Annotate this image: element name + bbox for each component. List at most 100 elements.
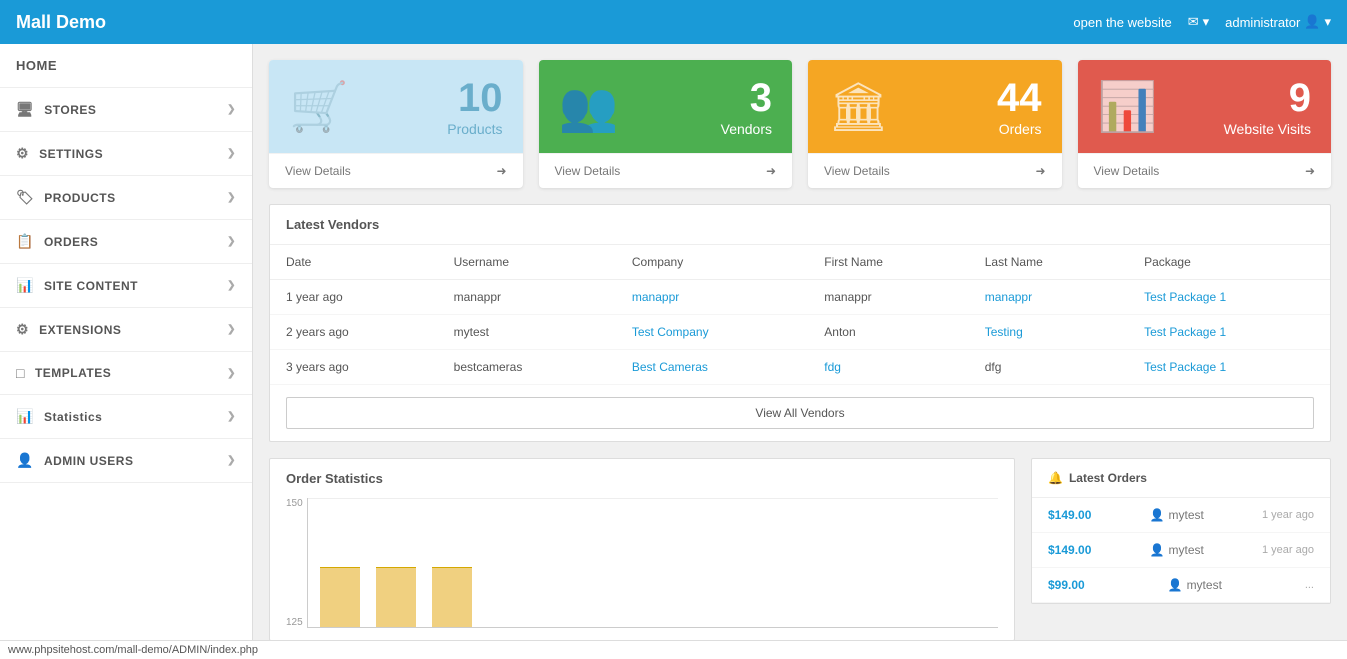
card-number-orders: 44 [997, 76, 1042, 121]
sidebar-label-settings: SETTINGS [39, 147, 103, 161]
sidebar-item-templates[interactable]: □ TEMPLATES ❯ [0, 352, 252, 395]
chart-area-wrapper: 150 125 [286, 498, 998, 628]
sidebar-icon-extensions: ⚙ [16, 321, 29, 338]
view-all-vendors-button[interactable]: View All Vendors [286, 397, 1314, 429]
mail-symbol: ✉ [1188, 14, 1199, 30]
table-cell[interactable]: Test Package 1 [1128, 350, 1330, 385]
card-top-orders: 🏛 44 Orders [808, 60, 1062, 153]
mail-icon[interactable]: ✉ ▾ [1188, 14, 1209, 30]
stat-cards: 🛒 10 Products View Details ➜ 👥 3 Vendors… [269, 60, 1331, 188]
status-url: www.phpsitehost.com/mall-demo/ADMIN/inde… [8, 644, 258, 656]
bell-icon: 🔔 [1048, 471, 1063, 485]
sidebar-icon-settings: ⚙ [16, 145, 29, 162]
sidebar-item-left: 🏷 PRODUCTS [16, 189, 116, 206]
card-top-products: 🛒 10 Products [269, 60, 523, 153]
card-footer-orders[interactable]: View Details ➜ [808, 153, 1062, 188]
card-footer-vendors[interactable]: View Details ➜ [539, 153, 793, 188]
stat-card-orders: 🏛 44 Orders View Details ➜ [808, 60, 1062, 188]
chart-area [307, 498, 998, 628]
user-icon-1: 👤 [1150, 543, 1165, 557]
sidebar-item-products[interactable]: 🏷 PRODUCTS ❯ [0, 176, 252, 220]
vendors-table: DateUsernameCompanyFirst NameLast NamePa… [270, 245, 1330, 385]
sidebar-item-left: 👤 ADMIN USERS [16, 452, 133, 469]
sidebar-icon-stores: 🖥 [16, 101, 34, 118]
chart-bar-1 [376, 567, 416, 627]
order-row: $99.00 👤 mytest ... [1032, 568, 1330, 603]
order-amount-1[interactable]: $149.00 [1048, 543, 1091, 557]
order-time-1: 1 year ago [1262, 544, 1314, 556]
sidebar-item-extensions[interactable]: ⚙ EXTENSIONS ❯ [0, 308, 252, 352]
card-footer-products[interactable]: View Details ➜ [269, 153, 523, 188]
sidebar-item-settings[interactable]: ⚙ SETTINGS ❯ [0, 132, 252, 176]
card-numbers-website-visits: 9 Website Visits [1224, 76, 1311, 137]
latest-orders-title: 🔔 Latest Orders [1032, 459, 1330, 498]
sidebar-item-left: 📋 ORDERS [16, 233, 98, 250]
table-cell: dfg [969, 350, 1128, 385]
chevron-icon-extensions: ❯ [227, 324, 236, 335]
card-label-products: Products [447, 121, 502, 137]
sidebar-item-left: ⚙ SETTINGS [16, 145, 103, 162]
sidebar-item-statistics[interactable]: 📊 Statistics ❯ [0, 395, 252, 439]
orders-list: $149.00 👤 mytest 1 year ago $149.00 👤 my… [1032, 498, 1330, 603]
sidebar-item-stores[interactable]: 🖥 STORES ❯ [0, 88, 252, 132]
sidebar-icon-site-content: 📊 [16, 277, 34, 294]
order-stats: Order Statistics 150 125 [269, 458, 1015, 641]
view-details-label-orders: View Details [824, 164, 890, 178]
col-header-date: Date [270, 245, 438, 280]
table-cell[interactable]: Test Company [616, 315, 808, 350]
table-cell: manappr [438, 280, 616, 315]
chevron-icon-products: ❯ [227, 192, 236, 203]
table-cell[interactable]: Testing [969, 315, 1128, 350]
col-header-username: Username [438, 245, 616, 280]
table-cell[interactable]: fdg [808, 350, 968, 385]
card-label-website-visits: Website Visits [1224, 121, 1311, 137]
card-numbers-orders: 44 Orders [997, 76, 1042, 137]
card-footer-website-visits[interactable]: View Details ➜ [1078, 153, 1332, 188]
table-cell[interactable]: Test Package 1 [1128, 280, 1330, 315]
table-cell[interactable]: Best Cameras [616, 350, 808, 385]
sidebar-item-left: □ TEMPLATES [16, 365, 111, 381]
admin-chevron: ▾ [1324, 14, 1331, 30]
top-header: Mall Demo open the website ✉ ▾ administr… [0, 0, 1347, 44]
col-header-last-name: Last Name [969, 245, 1128, 280]
main-content: 🛒 10 Products View Details ➜ 👥 3 Vendors… [253, 44, 1347, 659]
order-time-2: ... [1305, 579, 1314, 591]
card-number-products: 10 [447, 76, 502, 121]
status-bar: www.phpsitehost.com/mall-demo/ADMIN/inde… [0, 640, 1347, 659]
user-icon-0: 👤 [1150, 508, 1165, 522]
sidebar-item-home[interactable]: HOME [0, 44, 252, 88]
view-details-label-products: View Details [285, 164, 351, 178]
sidebar-label-admin-users: ADMIN USERS [44, 454, 134, 468]
sidebar-item-left: 📊 SITE CONTENT [16, 277, 138, 294]
table-cell[interactable]: manappr [616, 280, 808, 315]
chart-bar-2 [432, 567, 472, 627]
open-website-link[interactable]: open the website [1073, 15, 1171, 30]
view-details-label-website-visits: View Details [1094, 164, 1160, 178]
table-row: 2 years agomytestTest CompanyAntonTestin… [270, 315, 1330, 350]
order-row: $149.00 👤 mytest 1 year ago [1032, 498, 1330, 533]
table-cell[interactable]: manappr [969, 280, 1128, 315]
admin-user[interactable]: administrator 👤 ▾ [1225, 14, 1331, 30]
order-amount-0[interactable]: $149.00 [1048, 508, 1091, 522]
chevron-icon-stores: ❯ [227, 104, 236, 115]
chart-title: Order Statistics [286, 471, 998, 486]
sidebar-item-site-content[interactable]: 📊 SITE CONTENT ❯ [0, 264, 252, 308]
sidebar-icon-templates: □ [16, 365, 25, 381]
table-cell[interactable]: Test Package 1 [1128, 315, 1330, 350]
stat-card-website-visits: 📊 9 Website Visits View Details ➜ [1078, 60, 1332, 188]
sidebar-item-admin-users[interactable]: 👤 ADMIN USERS ❯ [0, 439, 252, 483]
logo: Mall Demo [16, 12, 106, 33]
sidebar-item-left: 📊 Statistics [16, 408, 102, 425]
arrow-icon-website-visits: ➜ [1305, 164, 1315, 178]
card-icon-products: 🛒 [289, 78, 349, 135]
admin-user-icon: 👤 [1304, 14, 1320, 30]
table-cell: manappr [808, 280, 968, 315]
mail-chevron: ▾ [1203, 14, 1210, 30]
sidebar-label-stores: STORES [44, 103, 96, 117]
order-amount-2[interactable]: $99.00 [1048, 578, 1085, 592]
order-stats-chart: Order Statistics 150 125 [269, 458, 1015, 641]
card-number-website-visits: 9 [1224, 76, 1311, 121]
chevron-icon-admin-users: ❯ [227, 455, 236, 466]
chevron-icon-site-content: ❯ [227, 280, 236, 291]
sidebar-item-orders[interactable]: 📋 ORDERS ❯ [0, 220, 252, 264]
